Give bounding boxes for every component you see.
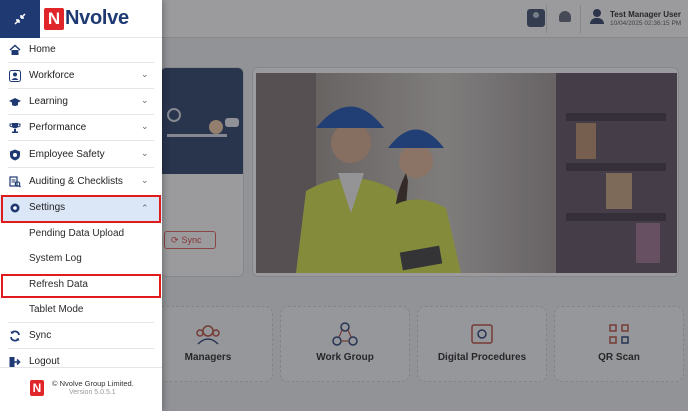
menu-item-logout[interactable]: Logout	[0, 349, 162, 375]
home-icon	[9, 44, 21, 55]
submenu-item-label: Pending Data Upload	[29, 228, 125, 239]
collapse-menu-button[interactable]	[0, 0, 40, 38]
menu-item-label: Auditing & Checklists	[29, 176, 123, 187]
chevron-down-icon: ⌄	[141, 121, 149, 131]
menu-item-learning[interactable]: Learning ⌄	[0, 89, 162, 115]
trophy-icon	[9, 123, 21, 133]
menu-item-sync[interactable]: Sync	[0, 323, 162, 349]
menu-divider	[8, 140, 154, 141]
menu-item-label: Workforce	[29, 70, 75, 81]
menu-item-label: Sync	[29, 330, 52, 341]
checklist-icon	[9, 176, 21, 188]
chevron-up-icon: ⌃	[141, 203, 149, 213]
submenu-item-tablet-mode[interactable]: Tablet Mode	[0, 297, 162, 322]
workforce-icon	[9, 70, 21, 82]
menu-item-employee-safety[interactable]: Employee Safety ⌄	[0, 142, 162, 168]
footer-logo: N	[30, 380, 44, 396]
graduation-cap-icon	[9, 98, 21, 106]
settings-icon	[10, 203, 20, 213]
version-text: Version 5.0.5.1	[69, 389, 116, 396]
menu-item-settings[interactable]: Settings ⌃	[0, 195, 162, 221]
sync-icon	[10, 330, 20, 342]
submenu-item-refresh-data[interactable]: Refresh Data	[0, 272, 162, 297]
submenu-item-label: Tablet Mode	[29, 304, 84, 315]
chevron-down-icon: ⌄	[141, 69, 149, 79]
menu-item-label: Learning	[29, 96, 68, 107]
menu-item-label: Logout	[29, 356, 60, 367]
menu-item-home[interactable]: Home	[0, 37, 162, 63]
shield-icon	[10, 149, 20, 161]
menu-item-label: Performance	[29, 122, 87, 133]
submenu-item-system-log[interactable]: System Log	[0, 246, 162, 271]
chevron-down-icon: ⌄	[141, 95, 149, 105]
side-menu: N Nvolve Home Workforce ⌄ Learning ⌄ Per…	[0, 0, 162, 411]
collapse-arrows-icon	[14, 13, 26, 25]
menu-item-label: Employee Safety	[29, 149, 105, 160]
chevron-down-icon: ⌄	[141, 175, 149, 185]
footer-divider	[0, 367, 162, 368]
copyright-text: © Nvolve Group Limited.	[52, 379, 134, 388]
submenu-item-label: Refresh Data	[29, 279, 88, 290]
menu-divider	[8, 167, 154, 168]
chevron-down-icon: ⌄	[141, 148, 149, 158]
menu-item-label: Settings	[29, 202, 66, 213]
menu-header: N Nvolve	[0, 0, 162, 38]
menu-item-performance[interactable]: Performance ⌄	[0, 115, 162, 141]
submenu-item-label: System Log	[29, 253, 82, 264]
menu-item-workforce[interactable]: Workforce ⌄	[0, 63, 162, 89]
menu-item-label: Home	[29, 44, 56, 55]
menu-item-auditing-checklists[interactable]: Auditing & Checklists ⌄	[0, 169, 162, 195]
submenu-item-pending-data-upload[interactable]: Pending Data Upload	[0, 221, 162, 246]
